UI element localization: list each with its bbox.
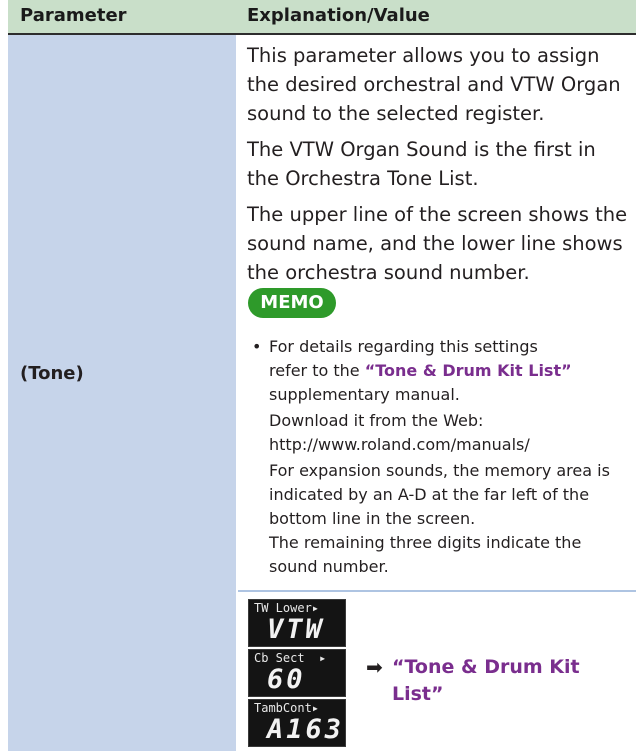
memo-line-2: refer to the “Tone & Drum Kit List” [269,359,624,383]
arrow-right-icon: ➡ [366,655,383,679]
expansion-note: For expansion sounds, the memory area is… [269,461,610,528]
memo-line-1: For details regarding this settings [269,337,538,356]
download-text: Download it from the Web: [269,411,484,430]
parameter-cell: (Tone) [8,35,236,751]
lcd-2-top-line: Cb Sect ▸ [254,651,327,665]
tone-list-reference[interactable]: “Tone & Drum Kit List” [392,654,612,708]
lcd-screen-1: TW Lower▸ VTW [248,599,346,647]
remaining-note: The remaining three digits indicate the … [269,533,582,576]
parameter-table: Parameter Explanation/Value (Tone) This … [8,0,636,751]
table-header: Parameter Explanation/Value [8,0,636,35]
lcd-2-bottom-line: 60 [267,664,306,695]
memo-bullet: • [252,337,262,356]
lcd-1-bottom-line: VTW [267,614,325,645]
lcd-3-bottom-line: A163 [267,714,345,745]
memo-badge: MEMO [248,288,336,318]
lcd-screen-3: TambCont▸ A163 [248,699,346,747]
lcd-screen-2: Cb Sect ▸ 60 [248,649,346,697]
memo-line-3: supplementary manual. [269,385,460,404]
desc-paragraph-3: The upper line of the screen shows the s… [247,203,628,284]
memo-line-2-text: refer to the [269,361,365,380]
header-parameter: Parameter [20,5,127,26]
row-divider [238,590,636,592]
lcd-3-top-line: TambCont▸ [254,701,320,715]
header-explanation: Explanation/Value [247,5,430,26]
manual-url[interactable]: http://www.roland.com/manuals/ [269,433,624,457]
desc-paragraph-2: The VTW Organ Sound is the first in the … [247,138,596,190]
explanation-cell: This parameter allows you to assign the … [238,35,636,751]
lcd-1-top-line: TW Lower▸ [254,601,320,615]
tone-list-link[interactable]: “Tone & Drum Kit List” [365,361,572,380]
parameter-name: (Tone) [20,363,84,384]
desc-paragraph-1: This parameter allows you to assign the … [247,44,621,125]
